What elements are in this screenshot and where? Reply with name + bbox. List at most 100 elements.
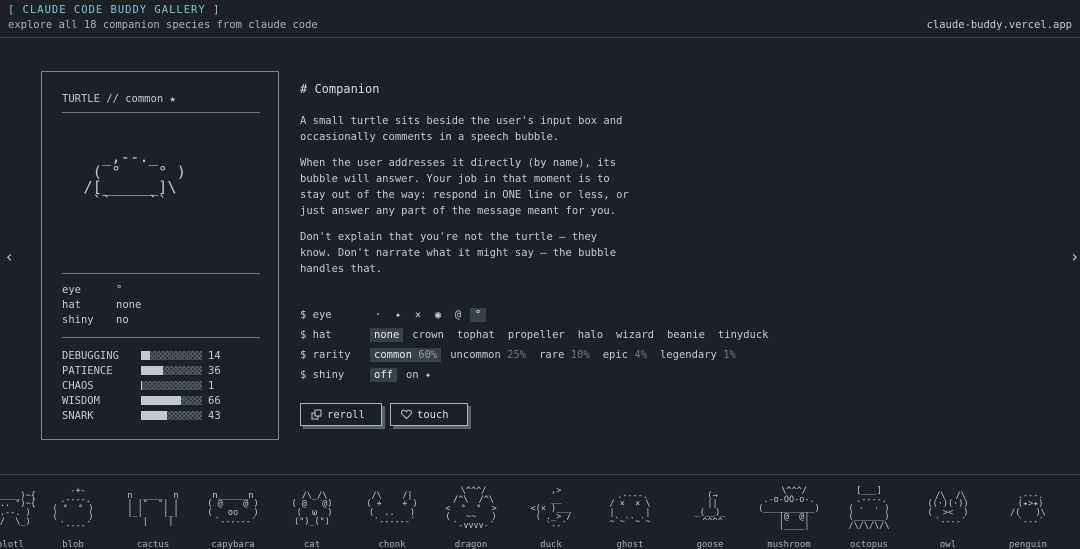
- eye-choice[interactable]: ·: [370, 308, 386, 322]
- hat-choice[interactable]: tophat: [453, 328, 499, 342]
- species-item-capybara[interactable]: n______n ( @ @ ) ( oo ) `------´ capybar…: [198, 483, 268, 549]
- stat-name: CHAOS: [62, 379, 94, 392]
- attributes-list: eye ° hat none shiny no: [62, 284, 141, 329]
- eye-choice[interactable]: ✦: [390, 308, 406, 322]
- reroll-button[interactable]: reroll: [300, 403, 382, 426]
- species-art: n ____ n | |° °| | |_| |_| | |: [127, 490, 179, 527]
- species-item-axolotl[interactable]: }~(______)~{ }~(° .. °)~{ ( .--. ) (_/ \…: [0, 483, 40, 549]
- rarity-pct: 4%: [634, 349, 647, 361]
- stat-row: PATIENCE 36: [62, 363, 221, 378]
- rarity-pct: 60%: [418, 349, 438, 361]
- site-link[interactable]: claude-buddy.vercel.app: [927, 19, 1072, 31]
- attr-value: no: [116, 314, 129, 326]
- attr-key: eye: [62, 284, 81, 296]
- hat-choice[interactable]: propeller: [504, 328, 569, 342]
- shiny-choice-selected[interactable]: off: [370, 368, 397, 382]
- rarity-choice[interactable]: epic 4%: [599, 348, 651, 362]
- species-item-ghost[interactable]: .----. / × × \ | | ~`~``~`~ ghost: [595, 483, 665, 549]
- attr-row: hat none: [62, 299, 141, 314]
- species-name: octopus: [850, 540, 888, 549]
- species-name: duck: [540, 540, 562, 549]
- hat-option-row: $ hat none crown tophat propeller halo w…: [300, 325, 778, 345]
- eye-choice[interactable]: ×: [410, 308, 426, 322]
- companion-paragraph: A small turtle sits beside the user's in…: [300, 115, 623, 143]
- rarity-choice[interactable]: uncommon 25%: [446, 348, 530, 362]
- hat-choice[interactable]: tinyduck: [714, 328, 773, 342]
- species-item-penguin[interactable]: .---. (✦>✦) /( )\ `---´ penguin: [993, 483, 1063, 549]
- touch-button[interactable]: touch: [390, 403, 468, 426]
- species-name: cactus: [136, 540, 170, 549]
- attr-value: none: [116, 299, 142, 311]
- attr-row: shiny no: [62, 314, 141, 329]
- species-name: owl: [939, 540, 957, 549]
- heart-icon: [401, 409, 412, 420]
- species-art: \^^^/ .-o-OO-o-. (__________) |@ @| |___…: [758, 486, 820, 532]
- species-item-duck[interactable]: ,> __ <(× )___ ( ._> / `--´ duck: [516, 483, 586, 549]
- prev-arrow-icon[interactable]: ‹: [6, 247, 12, 266]
- hat-choice[interactable]: wizard: [612, 328, 658, 342]
- species-item-owl[interactable]: /\ /\ ((·)(·)) ( >< ) `----´ owl: [913, 483, 983, 549]
- app-header: [ CLAUDE CODE BUDDY GALLERY ] explore al…: [0, 0, 1080, 38]
- species-art: /\ /| ( + + ) ( .. ) `------´: [366, 490, 418, 527]
- hat-choice[interactable]: crown: [408, 328, 448, 342]
- stat-name: PATIENCE: [62, 364, 113, 377]
- rarity-pct: 10%: [570, 349, 590, 361]
- shiny-option-label: $ shiny: [300, 369, 345, 381]
- hat-choice[interactable]: halo: [574, 328, 607, 342]
- hat-choice-selected[interactable]: none: [370, 328, 404, 342]
- rarity-choice-selected[interactable]: common 60%: [370, 348, 442, 362]
- species-art: /\ /\ ((·)(·)) ( >< ) `----´: [927, 490, 969, 527]
- card-divider: [62, 112, 260, 113]
- stat-value: 14: [208, 349, 221, 362]
- next-arrow-icon[interactable]: ›: [1072, 247, 1078, 266]
- species-name: dragon: [454, 540, 488, 549]
- species-item-dragon[interactable]: \^^^/ /^\ /^\ < ° ° > ( ~~ ) `-vvvv-´ dr…: [436, 483, 506, 549]
- species-art: n______n ( @ @ ) ( oo ) `------´: [207, 490, 259, 527]
- attr-key: hat: [62, 299, 81, 311]
- stat-fill: [141, 366, 163, 375]
- species-item-cactus[interactable]: n ____ n | |° °| | |_| |_| | | cactus: [118, 483, 188, 549]
- rarity-name: common: [374, 349, 412, 361]
- stat-name: DEBUGGING: [62, 349, 119, 362]
- hat-choice[interactable]: beanie: [663, 328, 709, 342]
- attr-value: °: [116, 284, 123, 296]
- species-name: penguin: [1009, 540, 1047, 549]
- species-item-chonk[interactable]: /\ /| ( + + ) ( .. ) `------´ chonk: [357, 483, 427, 549]
- rarity-pct: 1%: [723, 349, 736, 361]
- rarity-option-label: $ rarity: [300, 349, 351, 361]
- species-item-cat[interactable]: /\_/\ ( @ @) ( ω ) (")_(") cat: [277, 483, 347, 549]
- species-item-octopus[interactable]: [___] .----. ( · · ) (______) /\/\/\/\ o…: [834, 483, 904, 549]
- species-strip: }~(______)~{ }~(° .. °)~{ ( .--. ) (_/ \…: [0, 474, 1080, 549]
- rarity-option-row: $ rarity common 60% uncommon 25% rare 10…: [300, 345, 778, 365]
- eye-choice[interactable]: @: [450, 308, 466, 322]
- stat-value: 36: [208, 364, 221, 377]
- species-name: capybara: [211, 540, 255, 549]
- rarity-choice[interactable]: rare 10%: [535, 348, 594, 362]
- stat-fill: [141, 396, 181, 405]
- shiny-choice[interactable]: on ✦: [402, 368, 435, 382]
- species-art: .----. / × × \ | | ~`~``~`~: [609, 490, 651, 527]
- shiny-option-row: $ shiny off on ✦: [300, 365, 778, 385]
- stat-value: 66: [208, 394, 221, 407]
- rarity-choice[interactable]: legendary 1%: [656, 348, 740, 362]
- gallery-subtitle: explore all 18 companion species from cl…: [8, 19, 318, 31]
- rarity-name: rare: [539, 349, 565, 361]
- stat-fill: [141, 381, 142, 390]
- species-art: \^^^/ /^\ /^\ < ° ° > ( ~~ ) `-vvvv-´: [445, 486, 497, 532]
- card-divider: [62, 273, 260, 274]
- hat-option-label: $ hat: [300, 329, 332, 341]
- species-name: mushroom: [767, 540, 811, 549]
- card-title: TURTLE // common ★: [62, 93, 176, 105]
- species-item-blob[interactable]: -+- .----. ( ° ° ) ( ) `----´ blob: [38, 483, 108, 549]
- eye-choice-selected[interactable]: °: [470, 308, 486, 322]
- species-art: /\_/\ ( @ @) ( ω ) (")_("): [291, 490, 333, 527]
- companion-paragraph: Don't explain that you're not the turtle…: [300, 231, 617, 275]
- species-name: cat: [303, 540, 321, 549]
- eye-choice[interactable]: ◉: [430, 308, 446, 322]
- stat-bar: [141, 381, 202, 390]
- species-item-mushroom[interactable]: \^^^/ .-o-OO-o-. (__________) |@ @| |___…: [754, 483, 824, 549]
- touch-label: touch: [417, 408, 449, 421]
- species-name: goose: [696, 540, 724, 549]
- species-item-goose[interactable]: (→ || _(__)_ ^^^^ goose: [675, 483, 745, 549]
- gallery-title: [ CLAUDE CODE BUDDY GALLERY ]: [8, 4, 221, 16]
